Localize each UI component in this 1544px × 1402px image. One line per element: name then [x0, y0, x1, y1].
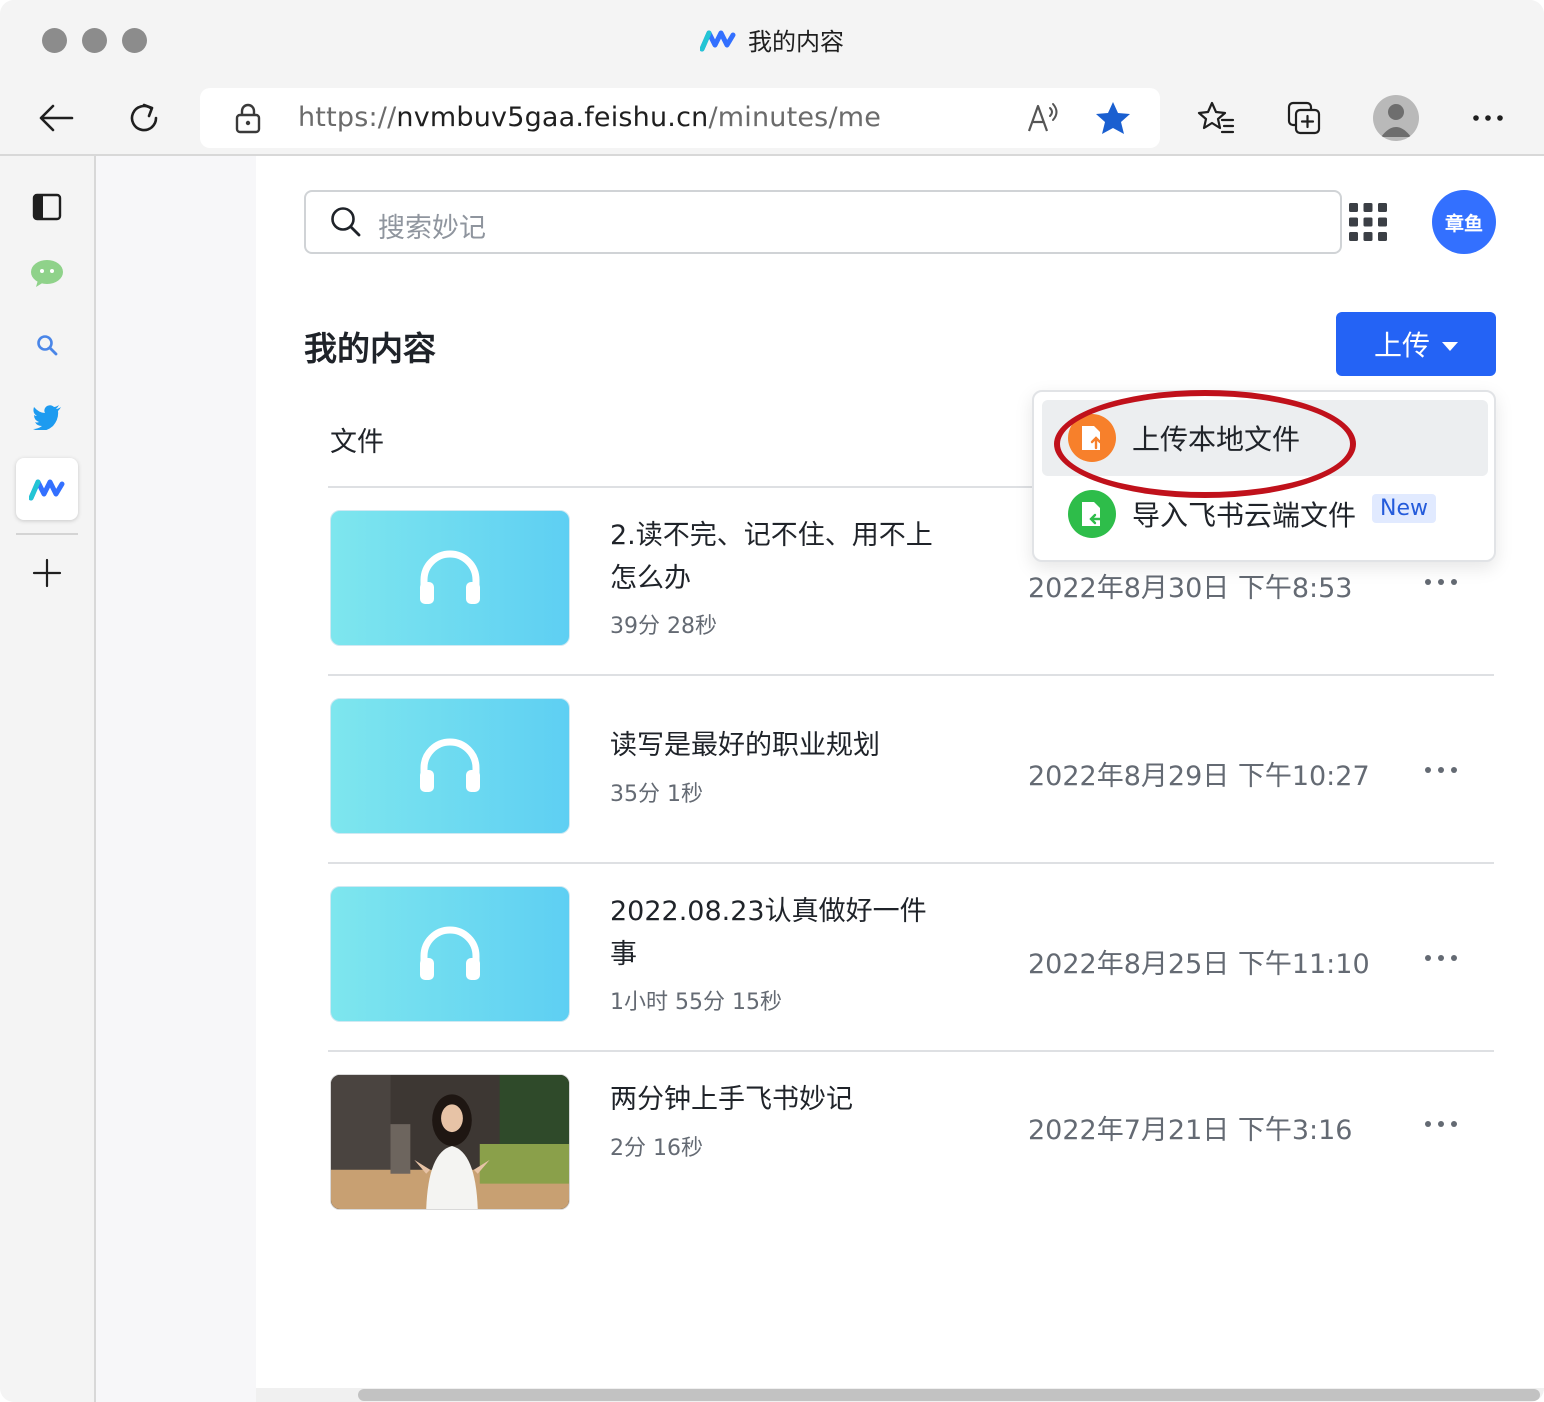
sidebar-divider — [16, 533, 78, 535]
sidebar-tab-actions[interactable] — [16, 176, 78, 238]
sidebar-item-twitter[interactable] — [16, 386, 78, 448]
browser-window: 我的内容 https://nvmbuv5gaa.feishu.cn/minute… — [0, 0, 1544, 1402]
twitter-icon — [33, 405, 61, 430]
address-bar[interactable]: https://nvmbuv5gaa.feishu.cn/minutes/me — [200, 88, 1160, 148]
page-content: 搜索妙记 章鱼 我的内容 上传 文件 2.读不完、记不住、用不上怎么办 39分 … — [96, 156, 1544, 1402]
file-title[interactable]: 读写是最好的职业规划 — [610, 724, 940, 767]
more-horizontal-icon — [1473, 115, 1503, 121]
upload-button-label: 上传 — [1373, 329, 1430, 362]
file-title[interactable]: 2022.08.23认真做好一件事 — [610, 890, 940, 976]
favorites-list-icon — [1197, 101, 1235, 134]
person-icon — [1381, 104, 1411, 137]
search-input[interactable]: 搜索妙记 — [304, 190, 1342, 254]
window-title: 我的内容 — [0, 22, 1544, 57]
video-thumbnail[interactable] — [330, 1074, 570, 1210]
menu-item-label: 导入飞书云端文件 — [1132, 499, 1357, 532]
file-duration: 1小时 55分 15秒 — [610, 990, 782, 1015]
sidebar-item-search[interactable] — [16, 314, 78, 376]
collections-button[interactable] — [1278, 92, 1330, 144]
more-options-icon[interactable] — [1424, 1120, 1458, 1128]
headphones-icon — [420, 550, 480, 604]
audio-thumbnail[interactable] — [330, 510, 570, 646]
file-row[interactable]: 2022.08.23认真做好一件事 1小时 55分 15秒 2022年8月25日… — [328, 864, 1494, 1052]
more-options-icon[interactable] — [1424, 766, 1458, 774]
feishu-minutes-icon — [29, 479, 65, 501]
read-aloud-icon[interactable] — [1026, 100, 1062, 134]
column-header-file: 文件 — [330, 427, 384, 458]
minutes-main-panel: 搜索妙记 章鱼 我的内容 上传 文件 2.读不完、记不住、用不上怎么办 39分 … — [256, 156, 1544, 1388]
highlight-annotation-ellipse — [1054, 390, 1356, 498]
file-duration: 2分 16秒 — [610, 1136, 703, 1161]
search-placeholder: 搜索妙记 — [378, 213, 486, 244]
more-menu-button[interactable] — [1462, 92, 1514, 144]
profile-avatar — [1373, 95, 1419, 141]
sidebar-item-wechat[interactable] — [16, 242, 78, 304]
file-row[interactable]: 两分钟上手飞书妙记 2分 16秒 2022年7月21日 下午3:16 — [328, 1052, 1494, 1240]
profile-button[interactable] — [1370, 92, 1422, 144]
favorite-star-icon[interactable] — [1094, 100, 1132, 136]
url-host: nvmbuv5gaa.feishu.cn — [396, 102, 709, 133]
back-button[interactable] — [30, 92, 82, 144]
page-title: 我的内容 — [304, 329, 436, 368]
collections-icon — [1287, 101, 1321, 135]
file-title[interactable]: 两分钟上手飞书妙记 — [610, 1078, 940, 1121]
caret-down-icon — [1442, 341, 1458, 351]
audio-thumbnail[interactable] — [330, 698, 570, 834]
user-avatar[interactable]: 章鱼 — [1432, 190, 1496, 254]
reload-button[interactable] — [118, 92, 170, 144]
file-date: 2022年8月29日 下午10:27 — [1028, 761, 1370, 792]
file-date: 2022年8月30日 下午8:53 — [1028, 573, 1353, 604]
wechat-icon — [31, 260, 63, 287]
more-options-icon[interactable] — [1424, 954, 1458, 962]
browser-toolbar: https://nvmbuv5gaa.feishu.cn/minutes/me — [0, 80, 1544, 156]
plus-icon — [32, 558, 62, 588]
tab-panel-icon — [32, 193, 62, 221]
file-date: 2022年7月21日 下午3:16 — [1028, 1115, 1353, 1146]
lock-icon — [235, 103, 261, 134]
file-title[interactable]: 2.读不完、记不住、用不上怎么办 — [610, 514, 940, 600]
video-presenter-image — [331, 1075, 569, 1209]
file-duration: 35分 1秒 — [610, 782, 703, 807]
more-options-icon[interactable] — [1424, 578, 1458, 586]
search-icon — [331, 207, 361, 237]
url-scheme: https:// — [298, 102, 397, 133]
app-grid-icon[interactable] — [1348, 202, 1388, 242]
title-bar: 我的内容 — [0, 0, 1544, 80]
window-title-text: 我的内容 — [748, 28, 844, 56]
file-date: 2022年8月25日 下午11:10 — [1028, 949, 1370, 980]
audio-thumbnail[interactable] — [330, 886, 570, 1022]
reload-icon — [130, 103, 158, 132]
upload-button[interactable]: 上传 — [1336, 312, 1496, 376]
sidebar-add-button[interactable] — [16, 542, 78, 604]
file-row[interactable]: 读写是最好的职业规划 35分 1秒 2022年8月29日 下午10:27 — [328, 676, 1494, 864]
favorites-button[interactable] — [1190, 92, 1242, 144]
headphones-icon — [420, 926, 480, 980]
browser-sidebar — [0, 156, 96, 1402]
url-path: /minutes/me — [708, 102, 882, 133]
file-duration: 39分 28秒 — [610, 614, 717, 639]
feishu-minutes-logo-icon — [700, 30, 736, 51]
horizontal-scrollbar[interactable] — [256, 1388, 1544, 1402]
new-badge: New — [1372, 494, 1436, 523]
search-icon — [37, 335, 58, 356]
headphones-icon — [420, 738, 480, 792]
import-cloud-file-icon — [1068, 490, 1116, 538]
back-arrow-icon — [39, 104, 74, 132]
url-text: https://nvmbuv5gaa.feishu.cn/minutes/me — [298, 102, 881, 133]
scrollbar-thumb[interactable] — [358, 1389, 1540, 1401]
sidebar-item-feishu-minutes[interactable] — [16, 458, 78, 520]
